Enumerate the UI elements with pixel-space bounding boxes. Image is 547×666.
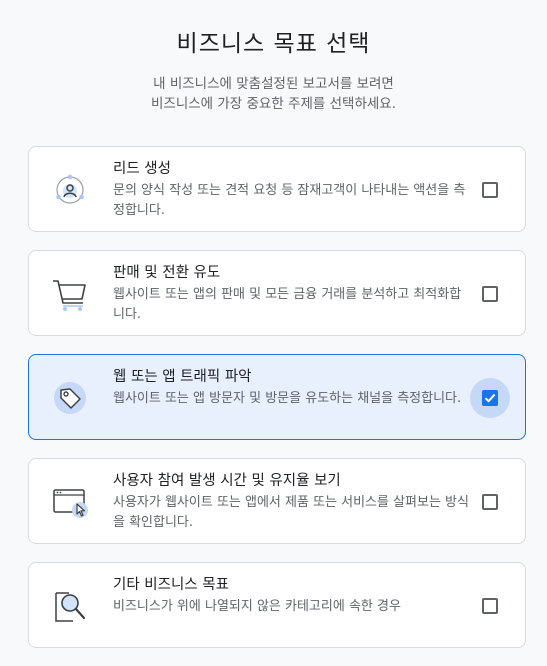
option-card-engagement[interactable]: 사용자 참여 발생 시간 및 유지율 보기 사용자가 웹사이트 또는 앱에서 제…	[28, 458, 526, 544]
page-subtitle: 내 비즈니스에 맞춤설정된 보고서를 보려면 비즈니스에 가장 중요한 주제를 …	[0, 74, 547, 114]
option-description: 문의 양식 작성 또는 견적 요청 등 잠재고객이 나타내는 액션을 측정합니다…	[113, 183, 466, 218]
shopping-cart-icon	[49, 273, 91, 315]
option-description: 비즈니스가 위에 나열되지 않은 카테고리에 속한 경우	[113, 599, 401, 614]
checkbox-container[interactable]	[470, 482, 510, 522]
option-description: 웹사이트 또는 앱의 판매 및 모든 금융 거래를 분석하고 최적화합니다.	[113, 287, 462, 322]
check-icon	[484, 393, 496, 403]
checkbox-container[interactable]	[470, 274, 510, 314]
option-heading: 기타 비즈니스 목표	[113, 577, 229, 593]
subtitle-line-1: 내 비즈니스에 맞춤설정된 보고서를 보려면	[153, 76, 394, 92]
option-checkbox[interactable]	[482, 598, 498, 614]
option-text: 사용자 참여 발생 시간 및 유지율 보기 사용자가 웹사이트 또는 앱에서 제…	[113, 471, 473, 533]
option-checkbox[interactable]	[482, 390, 498, 406]
browser-cursor-icon	[49, 481, 91, 523]
option-checkbox[interactable]	[482, 494, 498, 510]
option-card-traffic[interactable]: 웹 또는 앱 트래픽 파악 웹사이트 또는 앱 방문자 및 방문을 유도하는 채…	[28, 354, 526, 440]
tag-icon	[49, 377, 91, 419]
page-title: 비즈니스 목표 선택	[176, 31, 371, 57]
option-heading: 사용자 참여 발생 시간 및 유지율 보기	[113, 473, 341, 489]
option-heading: 웹 또는 앱 트래픽 파악	[113, 369, 252, 385]
option-card-other[interactable]: 기타 비즈니스 목표 비즈니스가 위에 나열되지 않은 카테고리에 속한 경우	[28, 562, 526, 648]
option-text: 웹 또는 앱 트래픽 파악 웹사이트 또는 앱 방문자 및 방문을 유도하는 채…	[113, 367, 473, 409]
magnifier-icon	[49, 585, 91, 627]
option-heading: 판매 및 전환 유도	[113, 265, 221, 281]
checkbox-container[interactable]	[470, 586, 510, 626]
option-checkbox[interactable]	[482, 286, 498, 302]
checkbox-container[interactable]	[470, 378, 510, 418]
checkbox-container[interactable]	[470, 170, 510, 210]
lead-target-icon	[49, 169, 91, 211]
option-heading: 리드 생성	[113, 161, 171, 177]
subtitle-line-2: 비즈니스에 가장 중요한 주제를 선택하세요.	[150, 96, 397, 112]
option-checkbox[interactable]	[482, 182, 498, 198]
option-text: 판매 및 전환 유도 웹사이트 또는 앱의 판매 및 모든 금융 거래를 분석하…	[113, 263, 473, 325]
option-card-sales[interactable]: 판매 및 전환 유도 웹사이트 또는 앱의 판매 및 모든 금융 거래를 분석하…	[28, 250, 526, 336]
option-text: 리드 생성 문의 양식 작성 또는 견적 요청 등 잠재고객이 나타내는 액션을…	[113, 159, 473, 221]
option-description: 웹사이트 또는 앱 방문자 및 방문을 유도하는 채널을 측정합니다.	[113, 391, 462, 406]
option-text: 기타 비즈니스 목표 비즈니스가 위에 나열되지 않은 카테고리에 속한 경우	[113, 575, 473, 617]
business-goal-page: 비즈니스 목표 선택 내 비즈니스에 맞춤설정된 보고서를 보려면 비즈니스에 …	[0, 0, 547, 666]
option-description: 사용자가 웹사이트 또는 앱에서 제품 또는 서비스를 살펴보는 방식을 확인합…	[113, 495, 469, 530]
option-card-lead-generation[interactable]: 리드 생성 문의 양식 작성 또는 견적 요청 등 잠재고객이 나타내는 액션을…	[28, 146, 526, 232]
